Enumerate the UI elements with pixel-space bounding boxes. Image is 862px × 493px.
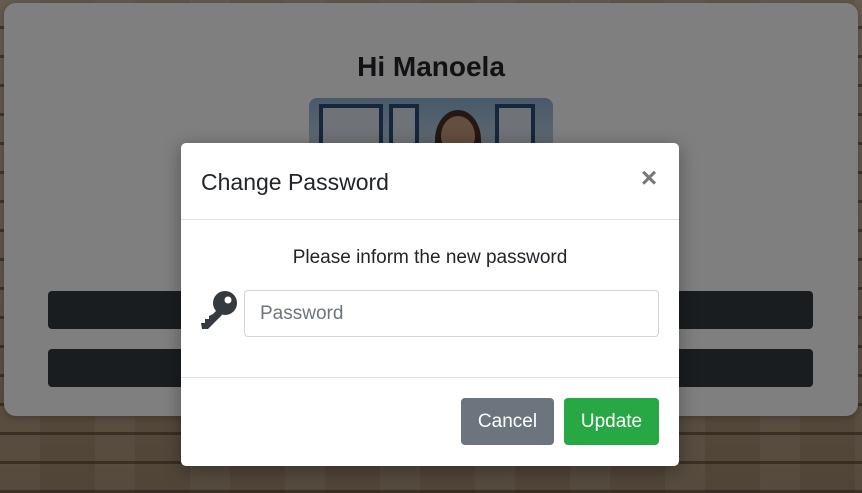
password-input[interactable] bbox=[244, 290, 659, 337]
modal-header: Change Password × bbox=[181, 143, 679, 220]
update-button[interactable]: Update bbox=[564, 398, 659, 445]
key-icon bbox=[201, 291, 237, 329]
cancel-button[interactable]: Cancel bbox=[461, 398, 554, 445]
modal-footer: Cancel Update bbox=[181, 378, 679, 465]
change-password-modal: Change Password × Please inform the new … bbox=[181, 143, 679, 466]
password-prompt: Please inform the new password bbox=[292, 247, 568, 268]
modal-body: Please inform the new password bbox=[181, 220, 679, 378]
close-icon[interactable]: × bbox=[639, 164, 659, 192]
modal-title: Change Password bbox=[201, 169, 389, 195]
